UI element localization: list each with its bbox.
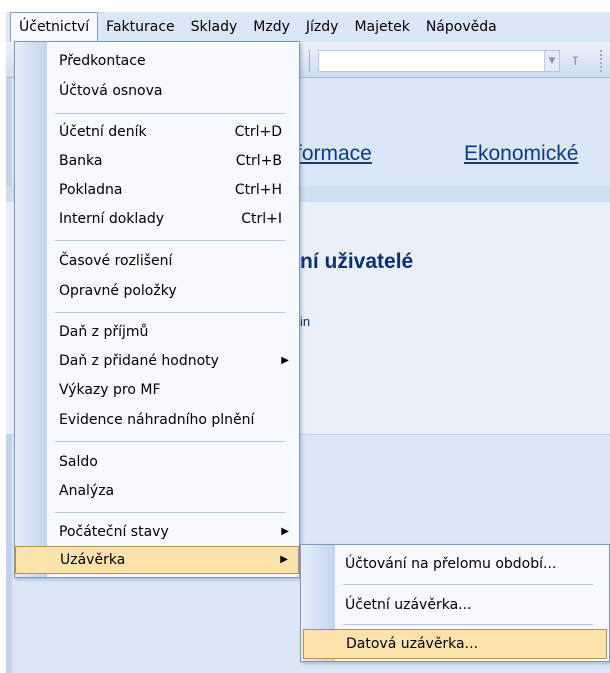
menu-item-saldo[interactable]: Saldo (15, 448, 299, 476)
menu-separator (55, 441, 285, 442)
menu-item-uzaverka[interactable]: Uzávěrka ▶ (15, 546, 299, 574)
uzaverka-submenu: Účtování na přelomu období... Účetní uzá… (300, 544, 610, 662)
menu-jizdy[interactable]: Jízdy (298, 12, 347, 42)
menu-separator (55, 512, 285, 513)
menu-item-uctova-osnova[interactable]: Účtová osnova (15, 77, 299, 105)
menu-mzdy[interactable]: Mzdy (245, 12, 298, 42)
filter-icon[interactable]: ⊺ (572, 52, 590, 70)
menu-item-predkontace[interactable]: Předkontace (15, 47, 299, 75)
submenu-arrow-icon: ▶ (280, 554, 288, 565)
menu-fakturace[interactable]: Fakturace (98, 12, 182, 42)
menu-item-analyza[interactable]: Analýza (15, 477, 299, 505)
submenu-arrow-icon: ▶ (281, 526, 289, 537)
menu-item-opravne-polozky[interactable]: Opravné položky (15, 277, 299, 305)
user-text: in (300, 314, 311, 329)
submenu-item-ucetni-uzaverka[interactable]: Účetní uzávěrka... (301, 590, 607, 620)
menu-item-pocatecni-stavy[interactable]: Počáteční stavy ▶ (15, 518, 299, 546)
link-ekonomicke[interactable]: Ekonomické (464, 142, 578, 166)
menu-item-dph[interactable]: Daň z přidané hodnoty ▶ (15, 347, 299, 375)
menu-item-banka[interactable]: Banka Ctrl+B (15, 147, 299, 175)
menu-separator (343, 584, 593, 585)
menu-ucetnictvi[interactable]: Účetnictví (10, 12, 99, 42)
menu-majetek[interactable]: Majetek (346, 12, 417, 42)
menu-item-dan-z-prijmu[interactable]: Daň z příjmů (15, 318, 299, 346)
menu-separator (55, 113, 285, 114)
submenu-arrow-icon: ▶ (281, 355, 289, 366)
submenu-item-uctovani-na-prelomu[interactable]: Účtování na přelomu období... (301, 549, 607, 579)
menu-napoveda[interactable]: Nápověda (418, 12, 505, 42)
menu-sklady[interactable]: Sklady (183, 12, 246, 42)
toolbar-separator (309, 50, 310, 72)
ucetnictvi-dropdown: Předkontace Účtová osnova Účetní deník Ct… (14, 41, 300, 578)
toolbar-grip[interactable] (600, 50, 610, 72)
chevron-down-icon[interactable]: ▼ (544, 51, 559, 71)
users-heading: ní uživatelé (300, 250, 414, 273)
toolbar-combo[interactable]: ▼ (318, 50, 560, 72)
menu-separator (55, 312, 285, 313)
shortcut-label: Ctrl+I (241, 211, 282, 227)
link-informace[interactable]: formace (296, 142, 372, 166)
shortcut-label: Ctrl+D (234, 124, 282, 140)
menu-item-ucetni-denik[interactable]: Účetní deník Ctrl+D (15, 118, 299, 146)
submenu-item-datova-uzaverka[interactable]: Datová uzávěrka... (303, 629, 607, 659)
menu-separator (55, 240, 285, 241)
menu-item-interni-doklady[interactable]: Interní doklady Ctrl+I (15, 205, 299, 233)
menu-item-vykazy-pro-mf[interactable]: Výkazy pro MF (15, 376, 299, 404)
menu-separator (343, 624, 593, 625)
menu-item-evidence-nahradniho-plneni[interactable]: Evidence náhradního plnění (15, 406, 299, 434)
menu-item-casove-rozliseni[interactable]: Časové rozlišení (15, 247, 299, 275)
menu-bar: Účetnictví Fakturace Sklady Mzdy Jízdy M… (6, 12, 610, 42)
shortcut-label: Ctrl+H (234, 182, 282, 198)
menu-item-pokladna[interactable]: Pokladna Ctrl+H (15, 176, 299, 204)
shortcut-label: Ctrl+B (235, 153, 282, 169)
